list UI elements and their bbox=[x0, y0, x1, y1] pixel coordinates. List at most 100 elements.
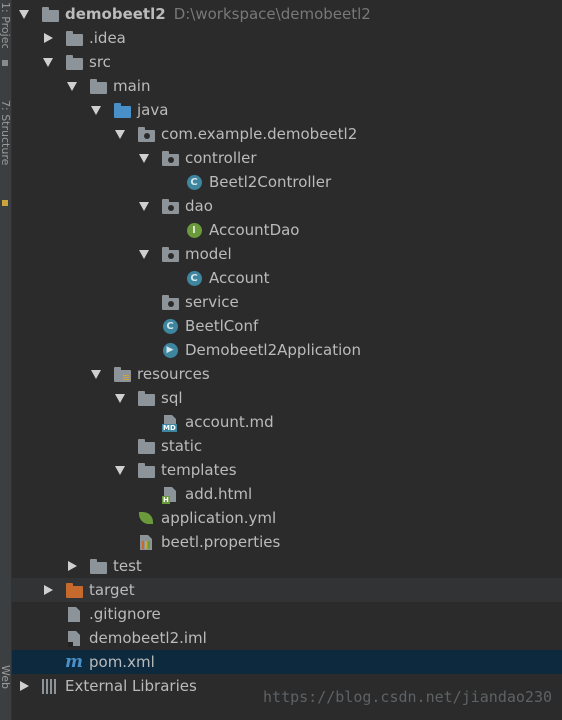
class-icon: C bbox=[185, 269, 203, 287]
source-folder-icon bbox=[113, 101, 131, 119]
tool-window-strip: 1: Project 7: Structure Web bbox=[0, 0, 12, 720]
tree-row-demobeetl2application[interactable]: ▶ Demobeetl2Application bbox=[12, 338, 562, 362]
package-icon bbox=[137, 125, 155, 143]
folder-icon bbox=[89, 557, 107, 575]
tree-label: AccountDao bbox=[209, 221, 300, 239]
tree-row-account[interactable]: C Account bbox=[12, 266, 562, 290]
collapse-arrow-icon[interactable] bbox=[138, 194, 150, 218]
tree-row-accountdao[interactable]: I AccountDao bbox=[12, 218, 562, 242]
tree-label: templates bbox=[161, 461, 237, 479]
structure-tab-marker bbox=[2, 200, 8, 206]
maven-icon: m bbox=[65, 652, 83, 672]
tree-row-beetl-properties[interactable]: beetl.properties bbox=[12, 530, 562, 554]
tree-row-package[interactable]: com.example.demobeetl2 bbox=[12, 122, 562, 146]
module-file-icon bbox=[65, 629, 83, 647]
collapse-arrow-icon[interactable] bbox=[90, 98, 102, 122]
collapse-arrow-icon[interactable] bbox=[114, 386, 126, 410]
collapse-arrow-icon[interactable] bbox=[114, 122, 126, 146]
tree-label: application.yml bbox=[161, 509, 277, 527]
tree-row-templates[interactable]: templates bbox=[12, 458, 562, 482]
collapse-arrow-icon[interactable] bbox=[138, 146, 150, 170]
tree-label: com.example.demobeetl2 bbox=[161, 125, 358, 143]
tree-label: BeetlConf bbox=[185, 317, 259, 335]
excluded-folder-icon bbox=[65, 581, 83, 599]
watermark-url: https://blog.csdn.net/jiandao230 bbox=[263, 688, 552, 706]
tree-row-controller[interactable]: controller bbox=[12, 146, 562, 170]
libraries-icon bbox=[41, 677, 59, 695]
expand-arrow-icon[interactable] bbox=[66, 554, 78, 578]
tree-row-model[interactable]: model bbox=[12, 242, 562, 266]
tree-row-src[interactable]: src bbox=[12, 50, 562, 74]
tree-label: Demobeetl2Application bbox=[185, 341, 361, 359]
tree-label: main bbox=[113, 77, 151, 95]
folder-icon bbox=[89, 77, 107, 95]
tree-label: resources bbox=[137, 365, 210, 383]
collapse-arrow-icon[interactable] bbox=[114, 458, 126, 482]
project-path: D:\workspace\demobeetl2 bbox=[173, 5, 371, 23]
folder-icon bbox=[137, 461, 155, 479]
tree-row-idea[interactable]: .idea bbox=[12, 26, 562, 50]
tree-row-static[interactable]: static bbox=[12, 434, 562, 458]
tree-row-gitignore[interactable]: .gitignore bbox=[12, 602, 562, 626]
tree-row-account-md[interactable]: MD account.md bbox=[12, 410, 562, 434]
tree-label: Beetl2Controller bbox=[209, 173, 332, 191]
web-tool-tab[interactable]: Web bbox=[0, 665, 11, 700]
collapse-arrow-icon[interactable] bbox=[42, 50, 54, 74]
tree-label: pom.xml bbox=[89, 653, 155, 671]
package-icon bbox=[161, 293, 179, 311]
expand-arrow-icon[interactable] bbox=[42, 578, 54, 602]
project-tab-marker bbox=[2, 60, 8, 66]
expand-arrow-icon[interactable] bbox=[42, 26, 54, 50]
tree-label: add.html bbox=[185, 485, 253, 503]
resources-folder-icon bbox=[113, 365, 131, 383]
collapse-arrow-icon[interactable] bbox=[138, 242, 150, 266]
class-icon: C bbox=[161, 317, 179, 335]
tree-row-pom-xml[interactable]: m pom.xml bbox=[12, 650, 562, 674]
tree-row-project-root[interactable]: demobeetl2 D:\workspace\demobeetl2 bbox=[12, 2, 562, 26]
spring-leaf-icon bbox=[137, 509, 155, 527]
tree-label: .idea bbox=[89, 29, 126, 47]
tree-row-service[interactable]: service bbox=[12, 290, 562, 314]
tree-label: test bbox=[113, 557, 142, 575]
tree-row-resources[interactable]: resources bbox=[12, 362, 562, 386]
project-tool-tab[interactable]: 1: Project bbox=[0, 2, 11, 48]
tree-label: static bbox=[161, 437, 203, 455]
collapse-arrow-icon[interactable] bbox=[66, 74, 78, 98]
tree-row-sql[interactable]: sql bbox=[12, 386, 562, 410]
tree-row-main[interactable]: main bbox=[12, 74, 562, 98]
tree-row-target[interactable]: target bbox=[12, 578, 562, 602]
tree-label: External Libraries bbox=[65, 677, 197, 695]
tree-row-application-yml[interactable]: application.yml bbox=[12, 506, 562, 530]
tree-row-add-html[interactable]: H add.html bbox=[12, 482, 562, 506]
interface-icon: I bbox=[185, 221, 203, 239]
properties-file-icon bbox=[137, 533, 155, 551]
tree-row-beetlconf[interactable]: C BeetlConf bbox=[12, 314, 562, 338]
tree-label: demobeetl2.iml bbox=[89, 629, 207, 647]
tree-row-iml[interactable]: demobeetl2.iml bbox=[12, 626, 562, 650]
project-name: demobeetl2 bbox=[65, 5, 166, 23]
tree-row-dao[interactable]: dao bbox=[12, 194, 562, 218]
class-icon: C bbox=[185, 173, 203, 191]
package-icon bbox=[161, 245, 179, 263]
tree-label: sql bbox=[161, 389, 183, 407]
html-file-icon: H bbox=[161, 485, 179, 504]
tree-row-test[interactable]: test bbox=[12, 554, 562, 578]
text-file-icon bbox=[65, 605, 83, 623]
expand-arrow-icon[interactable] bbox=[18, 674, 30, 698]
tree-row-java[interactable]: java bbox=[12, 98, 562, 122]
collapse-arrow-icon[interactable] bbox=[90, 362, 102, 386]
structure-tool-tab[interactable]: 7: Structure bbox=[0, 100, 11, 190]
folder-icon bbox=[65, 29, 83, 47]
tree-label: dao bbox=[185, 197, 213, 215]
tree-label: Account bbox=[209, 269, 270, 287]
tree-label: controller bbox=[185, 149, 257, 167]
tree-label: service bbox=[185, 293, 239, 311]
tree-row-beetl2controller[interactable]: C Beetl2Controller bbox=[12, 170, 562, 194]
folder-icon bbox=[137, 437, 155, 455]
markdown-file-icon: MD bbox=[161, 413, 179, 432]
tree-label: beetl.properties bbox=[161, 533, 281, 551]
tree-label: target bbox=[89, 581, 135, 599]
collapse-arrow-icon[interactable] bbox=[18, 2, 30, 26]
folder-icon bbox=[65, 53, 83, 71]
package-icon bbox=[161, 149, 179, 167]
